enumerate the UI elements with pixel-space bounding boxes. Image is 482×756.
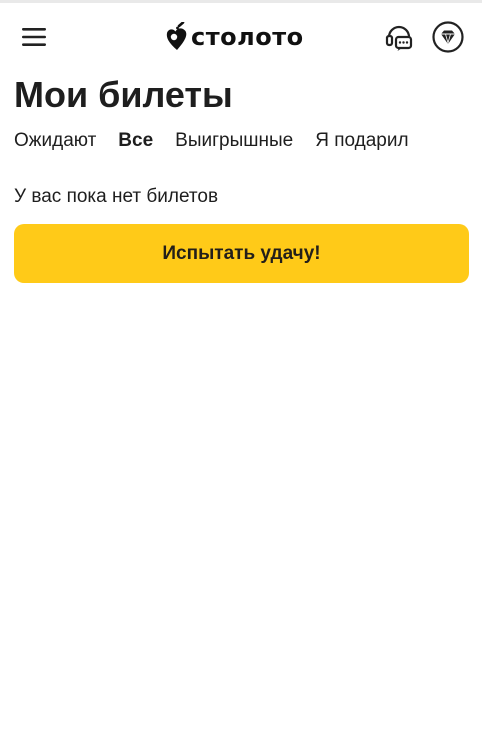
empty-state-message: У вас пока нет билетов xyxy=(14,186,219,207)
heart-logo-icon xyxy=(166,22,187,50)
diamond-icon xyxy=(432,21,464,53)
try-luck-button[interactable]: Испытать удачу! xyxy=(14,224,469,283)
bonus-button[interactable] xyxy=(430,19,466,55)
tab-waiting[interactable]: Ожидают xyxy=(14,128,96,154)
tab-all[interactable]: Все xyxy=(118,128,153,154)
page-title: Мои билеты xyxy=(14,74,233,115)
menu-button[interactable] xyxy=(14,21,54,53)
headset-chat-icon xyxy=(385,25,413,51)
support-chat-button[interactable] xyxy=(381,19,417,55)
tab-gifted[interactable]: Я подарил xyxy=(315,128,408,154)
ticket-filter-tabs: Ожидают Все Выигрышные Я подарил xyxy=(14,128,409,154)
hamburger-menu-icon xyxy=(22,28,46,46)
app-header: столото xyxy=(0,3,482,69)
stoloto-logo[interactable]: столото xyxy=(166,19,304,55)
tab-winning[interactable]: Выигрышные xyxy=(175,128,293,154)
logo-text: столото xyxy=(191,23,304,51)
